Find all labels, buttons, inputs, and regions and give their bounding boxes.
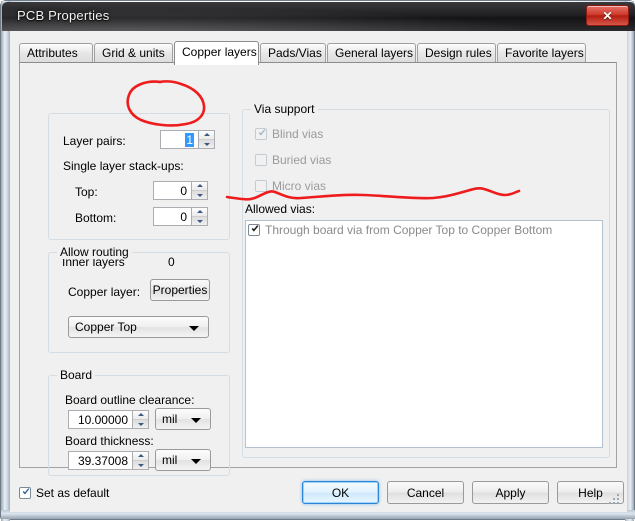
checkbox-box [19, 487, 31, 499]
board-outline-clearance-unit-combo[interactable]: mil [155, 408, 211, 430]
single-layer-stackups-label: Single layer stack-ups: [63, 159, 184, 173]
tab-grid-units[interactable]: Grid & units [94, 43, 173, 63]
spin-down-icon[interactable] [199, 139, 214, 148]
board-outline-clearance-spin-buttons[interactable] [132, 410, 149, 429]
spin-up-icon[interactable] [192, 208, 207, 216]
checkbox-label: Micro vias [272, 179, 327, 193]
chevron-down-icon [191, 418, 201, 423]
list-item-label: Through board via from Copper Top to Cop… [265, 223, 553, 237]
chevron-down-icon [191, 459, 201, 464]
allow-routing-legend: Allow routing [57, 245, 132, 259]
copper-layer-properties-button[interactable]: Properties [150, 279, 210, 301]
check-icon [251, 225, 259, 232]
checkbox-box [248, 224, 260, 236]
list-item[interactable]: Through board via from Copper Top to Cop… [248, 223, 552, 239]
board-thickness-spinner[interactable]: 39.37008 [68, 451, 149, 470]
tab-pads-vias[interactable]: Pads/Vias [260, 43, 326, 63]
layer-pairs-input[interactable]: 1 [160, 130, 198, 149]
check-icon [258, 129, 266, 136]
spin-down-icon[interactable] [133, 419, 148, 428]
tab-panel-copper-layers: Layer pairs: 1 Single layer stack-ups: T… [19, 62, 617, 476]
spin-down-icon[interactable] [192, 216, 207, 225]
checkbox-label: Set as default [36, 486, 110, 500]
board-thickness-spin-buttons[interactable] [132, 451, 149, 470]
allowed-vias-listbox[interactable]: Through board via from Copper Top to Cop… [245, 220, 603, 448]
dialog-client-area: Attributes Grid & units Copper layers Pa… [10, 31, 627, 512]
checkbox-through-board-via[interactable]: Through board via from Copper Top to Cop… [248, 223, 552, 237]
allowed-vias-label: Allowed vias: [245, 202, 316, 216]
tab-attributes[interactable]: Attributes [19, 43, 93, 63]
copper-layer-combo-value: Copper Top [75, 320, 137, 334]
tab-copper-layers[interactable]: Copper layers [174, 41, 259, 65]
apply-button[interactable]: Apply [472, 481, 549, 504]
checkbox-box [255, 154, 267, 166]
window-title: PCB Properties [17, 8, 110, 23]
top-spinner[interactable]: 0 [153, 181, 208, 200]
checkbox-box [255, 180, 267, 192]
board-thickness-unit-combo[interactable]: mil [155, 449, 211, 471]
via-support-group: Via support Blind vias Buried vias Micro… [242, 102, 610, 458]
layer-pairs-spin-buttons[interactable] [198, 130, 215, 149]
bottom-input[interactable]: 0 [153, 207, 191, 226]
close-icon: ✕ [602, 8, 613, 23]
tab-general-layers[interactable]: General layers [327, 43, 416, 63]
board-outline-clearance-spinner[interactable]: 10.00000 [68, 410, 149, 429]
checkbox-label: Buried vias [272, 153, 332, 167]
spin-down-icon[interactable] [133, 460, 148, 469]
bottom-spin-buttons[interactable] [191, 207, 208, 226]
cancel-button[interactable]: Cancel [387, 481, 464, 504]
board-legend: Board [57, 368, 96, 382]
top-input[interactable]: 0 [153, 181, 191, 200]
layer-pairs-spinner[interactable]: 1 [160, 130, 215, 149]
spin-up-icon[interactable] [133, 411, 148, 419]
top-label: Top: [75, 185, 98, 199]
bottom-spinner[interactable]: 0 [153, 207, 208, 226]
spin-down-icon[interactable] [192, 190, 207, 199]
copper-layer-combo[interactable]: Copper Top [68, 316, 209, 338]
tab-favorite-layers[interactable]: Favorite layers [497, 43, 586, 63]
tab-design-rules[interactable]: Design rules [417, 43, 496, 63]
chevron-down-icon [189, 326, 199, 331]
board-thickness-unit-value: mil [162, 453, 178, 467]
board-outline-clearance-input[interactable]: 10.00000 [68, 410, 132, 429]
checkbox-label: Blind vias [272, 127, 324, 141]
ok-button[interactable]: OK [302, 481, 379, 504]
close-button[interactable]: ✕ [586, 5, 629, 26]
copper-layer-label: Copper layer: [68, 285, 141, 299]
spin-up-icon[interactable] [133, 452, 148, 460]
dialog-window: PCB Properties ✕ Attributes Grid & units… [0, 0, 635, 521]
check-icon [22, 488, 30, 495]
board-group: Board Board outline clearance: 10.00000 … [48, 368, 230, 476]
title-bar: PCB Properties ✕ [2, 2, 635, 31]
stackup-group: Layer pairs: 1 Single layer stack-ups: T… [48, 113, 230, 240]
checkbox-box [255, 128, 267, 140]
allow-routing-group: Allow routing Copper layer: Properties C… [48, 245, 230, 353]
board-thickness-label: Board thickness: [65, 434, 154, 448]
bottom-label: Bottom: [75, 211, 117, 225]
resize-grip[interactable] [607, 492, 619, 504]
board-thickness-input[interactable]: 39.37008 [68, 451, 132, 470]
layer-pairs-label: Layer pairs: [63, 134, 126, 148]
window-border-left [1, 1, 10, 521]
via-support-legend: Via support [251, 102, 318, 116]
top-spin-buttons[interactable] [191, 181, 208, 200]
spin-up-icon[interactable] [192, 182, 207, 190]
layer-pairs-value: 1 [185, 133, 194, 147]
board-outline-clearance-label: Board outline clearance: [65, 393, 195, 407]
board-outline-clearance-unit-value: mil [162, 412, 178, 426]
spin-up-icon[interactable] [199, 131, 214, 139]
